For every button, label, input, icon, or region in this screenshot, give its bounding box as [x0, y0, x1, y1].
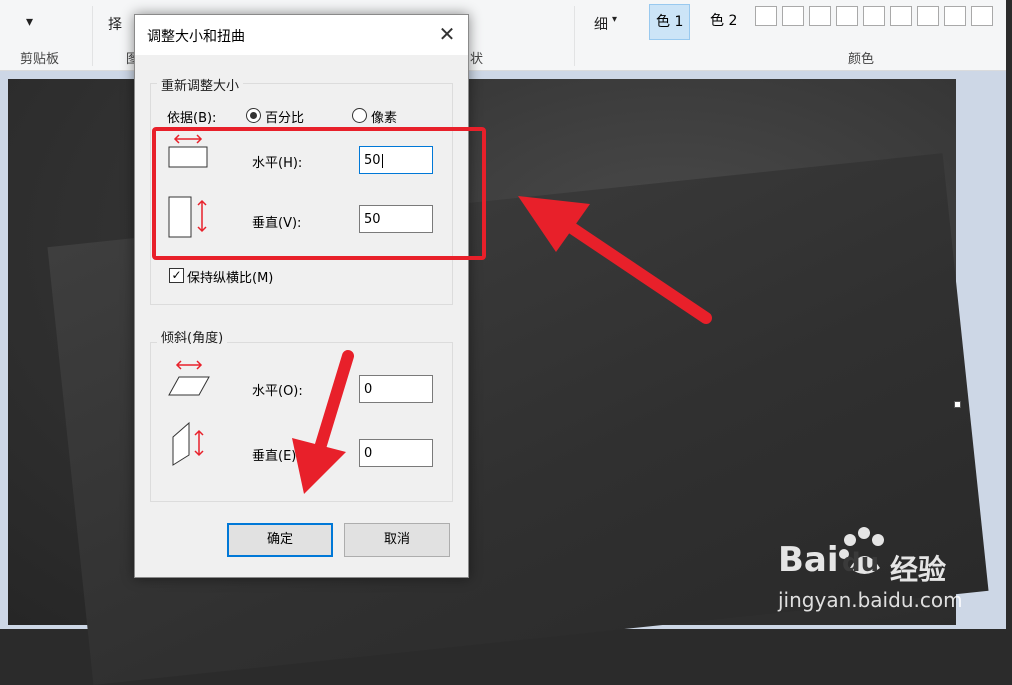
watermark-url: jingyan.baidu.com: [778, 588, 963, 612]
watermark-brand: Bai: [778, 540, 839, 580]
watermark-brand-cn: 经验: [890, 553, 947, 586]
arrow-to-ok-button: [292, 350, 354, 494]
watermark-brand2: du: [842, 548, 880, 578]
arrow-to-resize-box: [518, 196, 712, 324]
